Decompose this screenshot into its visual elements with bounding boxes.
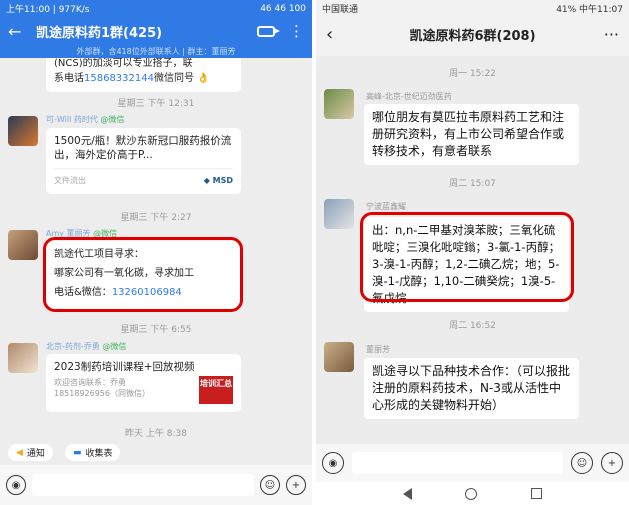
nav-recent-icon[interactable] (531, 488, 543, 499)
message-bubble: 哪位朋友有莫匹拉韦原料药工艺和注册研究资料，有上市公司希望合作或转移技术，有意者… (364, 104, 579, 165)
status-indicators: 41% 中午11:07 (556, 5, 623, 15)
message-input[interactable] (32, 474, 254, 496)
message-bubble: 凯途寻以下品种技术合作：（可以报批注册的原料药技术，N-3或从活性中心形成的关键… (364, 358, 579, 419)
link-card[interactable]: 2023制药培训课程+回放视频 欢迎咨询联系：乔勇 18518926956（同微… (46, 354, 241, 412)
more-options-icon[interactable]: ··· (589, 25, 619, 44)
timestamp: 星期三 下午 12:31 (117, 99, 195, 109)
form-icon: ▬ (72, 447, 82, 458)
quick-toolbar: ◀ 通知 ▬ 收集表 (0, 440, 312, 465)
hand-emoji-icon: 👌 (197, 73, 210, 84)
sender-name: 董丽芳 (366, 345, 390, 354)
timestamp: 星期三 下午 6:55 (120, 325, 192, 335)
left-chat-screen: 上午11:00 | 977K/s 46 46 100 ← 凯途原料药1群(425… (0, 0, 312, 505)
chat-header: ← 凯途原料药1群(425) ⋮ (0, 17, 312, 45)
message-list[interactable]: 周一 15:22 高峰-北京-世纪迈劲医药 哪位朋友有莫匹拉韦原料药工艺和注册研… (316, 56, 629, 444)
status-indicators: 46 46 100 (260, 3, 306, 14)
avatar[interactable] (324, 89, 354, 119)
plus-icon[interactable]: + (601, 452, 623, 474)
message-input[interactable] (352, 452, 563, 474)
timestamp: 周二 15:07 (449, 179, 496, 189)
timestamp: 周一 15:22 (449, 69, 496, 79)
more-options-icon[interactable]: ⋮ (289, 22, 304, 40)
message-list[interactable]: (NCS)的加淡可以专业搭子，联 系电话15868332144微信同号 👌 星期… (0, 58, 312, 440)
link-card[interactable]: 1500元/瓶！默沙东新冠口服药报价流出，海外定价高于P... 文件流出 ◆ M… (46, 128, 241, 194)
message-text: 哪位朋友有莫匹拉韦原料药工艺和注册研究资料，有上市公司希望合作或转移技术，有意者… (372, 110, 565, 158)
chat-title: 凯途原料药1群(425) (36, 25, 163, 41)
status-time: 上午11:00 | 977K/s (6, 5, 90, 15)
input-bar: ◉ ☺ + (316, 444, 629, 482)
message-text: 凯途寻以下品种技术合作：（可以报批注册的原料药技术，N-3或从活性中心形成的关键… (372, 364, 571, 412)
avatar[interactable] (8, 343, 38, 373)
msd-logo-icon: ◆ MSD (203, 176, 233, 185)
back-arrow-icon[interactable]: ← (8, 22, 30, 41)
avatar[interactable] (324, 199, 354, 229)
timestamp: 周二 16:52 (449, 321, 496, 331)
phone-link[interactable]: 15868332144 (84, 73, 154, 84)
emoji-icon[interactable]: ☺ (260, 475, 280, 495)
plus-icon[interactable]: + (286, 475, 306, 495)
notice-button[interactable]: ◀ 通知 (8, 444, 53, 461)
training-badge: 培训汇总 (199, 376, 233, 404)
sender-name: 高峰-北京-世纪迈劲医药 (366, 92, 452, 101)
nav-back-icon[interactable] (402, 487, 412, 500)
right-chat-screen: 中国联通 41% 中午11:07 ‹ 凯途原料药6群(208) ··· 周一 1… (316, 0, 629, 505)
status-bar: 上午11:00 | 977K/s 46 46 100 (0, 0, 312, 17)
back-chevron-icon[interactable]: ‹ (326, 24, 356, 45)
status-bar: 中国联通 41% 中午11:07 (316, 0, 629, 17)
video-call-icon[interactable] (257, 25, 280, 37)
card-title: 2023制药培训课程+回放视频 (54, 361, 195, 373)
system-nav-bar (316, 482, 629, 505)
message-bubble: (NCS)的加淡可以专业搭子，联 系电话15868332144微信同号 👌 (46, 58, 241, 92)
card-footer: 文件流出 ◆ MSD (54, 168, 233, 188)
status-carrier: 中国联通 (322, 5, 359, 15)
message-text: 微信同号 (154, 73, 194, 84)
message-text: 系电话 (54, 73, 84, 84)
input-bar: ◉ ☺ + (0, 465, 312, 505)
chat-title: 凯途原料药6群(208) (409, 28, 536, 44)
message-text: (NCS)的加淡可以专业搭子，联 (54, 58, 193, 69)
sender-name: 北京-药剂-乔勇 @微信 (46, 342, 127, 351)
highlight-box (43, 237, 243, 312)
sender-name: 宁波蓝鑫耀 (366, 202, 406, 211)
highlight-box (360, 212, 574, 302)
avatar[interactable] (324, 342, 354, 372)
sender-name: 可-Will 药时代 @微信 (46, 115, 125, 124)
card-title: 1500元/瓶！默沙东新冠口服药报价流出，海外定价高于P... (54, 135, 232, 161)
timestamp: 星期三 下午 2:27 (120, 213, 192, 223)
megaphone-icon: ◀ (16, 447, 23, 458)
chat-header: ‹ 凯途原料药6群(208) ··· (316, 17, 629, 51)
emoji-icon[interactable]: ☺ (571, 452, 593, 474)
card-source: 文件流出 (54, 176, 86, 185)
group-info: 外部群，含418位外部联系人 | 群主：董丽芳 (0, 45, 312, 58)
collect-form-button[interactable]: ▬ 收集表 (64, 444, 121, 461)
nav-home-icon[interactable] (465, 487, 478, 500)
voice-icon[interactable]: ◉ (6, 475, 26, 495)
timestamp: 昨天 上午 8:38 (125, 429, 187, 439)
avatar[interactable] (8, 230, 38, 260)
avatar[interactable] (8, 116, 38, 146)
voice-icon[interactable]: ◉ (322, 452, 344, 474)
